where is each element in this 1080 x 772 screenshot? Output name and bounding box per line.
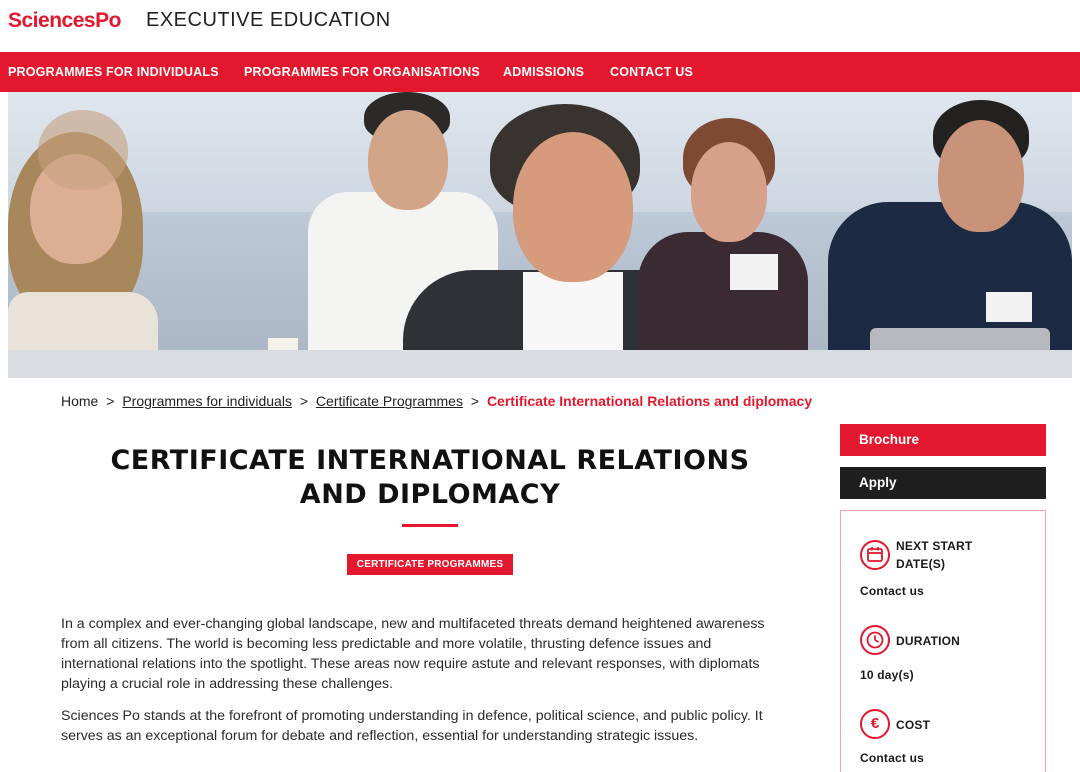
euro-symbol: € — [870, 715, 880, 732]
euro-icon: € — [860, 709, 890, 739]
programme-info-box: NEXT START DATE(S) Contact us DURATION 1… — [840, 510, 1046, 772]
main-nav: PROGRAMMES FOR INDIVIDUALS PROGRAMMES FO… — [0, 52, 1080, 92]
hero-image — [8, 92, 1072, 378]
cost-label: COST — [896, 718, 931, 732]
category-tag[interactable]: CERTIFICATE PROGRAMMES — [347, 554, 513, 575]
duration-label: DURATION — [896, 634, 961, 648]
next-start-label-line-2: DATE(S) — [896, 557, 946, 571]
page-title-line-1: CERTIFICATE INTERNATIONAL RELATIONS — [110, 445, 750, 476]
breadcrumb: Home > Programmes for individuals > Cert… — [61, 393, 812, 409]
next-start-value: Contact us — [860, 584, 925, 598]
apply-button[interactable]: Apply — [840, 467, 1046, 499]
calendar-icon — [860, 540, 890, 570]
title-divider — [402, 524, 458, 527]
breadcrumb-current: Certificate International Relations and … — [486, 393, 813, 409]
page-title-line-2: AND DIPLOMACY — [299, 479, 561, 510]
brochure-button[interactable]: Brochure — [840, 424, 1046, 456]
site-title[interactable]: EXECUTIVE EDUCATION — [146, 9, 391, 32]
site-header: SciencesPo EXECUTIVE EDUCATION — [0, 0, 1080, 52]
duration-value: 10 day(s) — [860, 668, 914, 682]
nav-contact-us[interactable]: CONTACT US — [610, 65, 693, 79]
nav-programmes-organisations[interactable]: PROGRAMMES FOR ORGANISATIONS — [244, 65, 480, 79]
sciencespo-logo[interactable]: SciencesPo — [8, 9, 121, 33]
intro-paragraph: Sciences Po stands at the forefront of p… — [61, 708, 763, 744]
page-title: CERTIFICATE INTERNATIONAL RELATIONS AND … — [60, 444, 800, 512]
nav-admissions[interactable]: ADMISSIONS — [503, 65, 584, 79]
intro-paragraph: In a complex and ever-changing global la… — [61, 616, 765, 692]
cost-value: Contact us — [860, 751, 925, 765]
breadcrumb-programmes-individuals[interactable]: Programmes for individuals — [122, 393, 292, 409]
breadcrumb-separator: > — [470, 393, 480, 409]
clock-icon — [860, 625, 890, 655]
breadcrumb-separator: > — [106, 393, 115, 409]
breadcrumb-separator: > — [299, 393, 309, 409]
next-start-label: NEXT START DATE(S) — [896, 537, 972, 573]
breadcrumb-certificate-programmes[interactable]: Certificate Programmes — [316, 393, 463, 409]
breadcrumb-home[interactable]: Home — [61, 393, 98, 409]
nav-programmes-individuals[interactable]: PROGRAMMES FOR INDIVIDUALS — [8, 65, 219, 79]
next-start-label-line-1: NEXT START — [896, 539, 973, 553]
